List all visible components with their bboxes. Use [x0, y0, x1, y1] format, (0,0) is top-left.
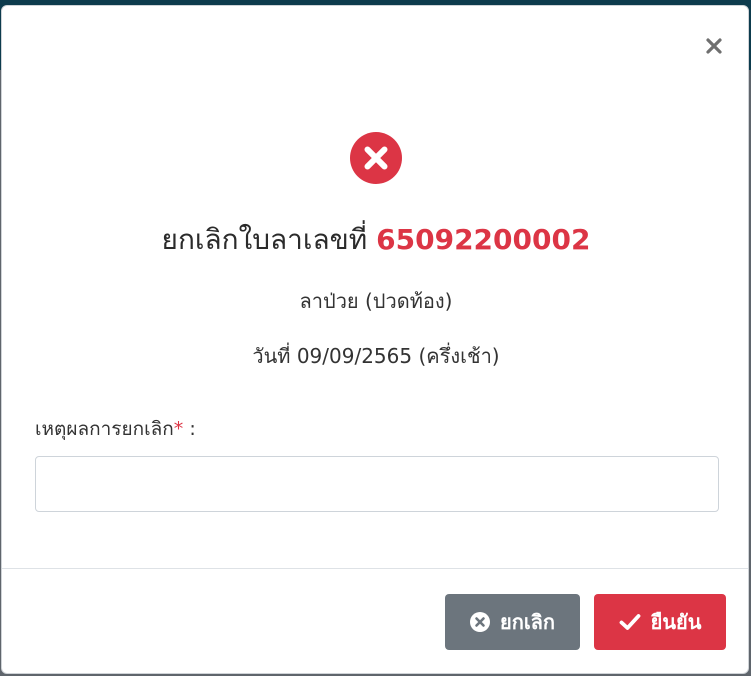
- confirm-button-label: ยืนยัน: [650, 610, 702, 634]
- dialog-title-text: ยกเลิกใบลาเลขที่: [161, 223, 368, 256]
- close-button[interactable]: [700, 34, 728, 62]
- required-mark: *: [173, 418, 184, 440]
- error-circle-icon: [350, 132, 402, 184]
- confirm-button[interactable]: ยืนยัน: [594, 594, 726, 650]
- reason-label-suffix: :: [183, 418, 196, 440]
- close-icon: [705, 37, 723, 59]
- check-icon: [619, 613, 641, 631]
- cancel-button[interactable]: ยกเลิก: [445, 594, 580, 650]
- dialog-title: ยกเลิกใบลาเลขที่ 65092200002: [2, 220, 750, 260]
- reason-label-text: เหตุผลการยกเลิก: [35, 418, 174, 440]
- cancel-button-label: ยกเลิก: [499, 610, 556, 634]
- reason-input[interactable]: [35, 456, 719, 512]
- cancel-leave-dialog: ยกเลิกใบลาเลขที่ 65092200002 ลาป่วย (ปวด…: [1, 5, 749, 674]
- footer-divider: [2, 568, 748, 569]
- leave-date: วันที่ 09/09/2565 (ครึ่งเช้า): [252, 344, 500, 368]
- leave-number: 65092200002: [376, 223, 591, 256]
- reason-label: เหตุผลการยกเลิก* :: [35, 414, 196, 444]
- leave-type: ลาป่วย (ปวดท้อง): [299, 289, 453, 313]
- times-circle-icon: [469, 612, 490, 632]
